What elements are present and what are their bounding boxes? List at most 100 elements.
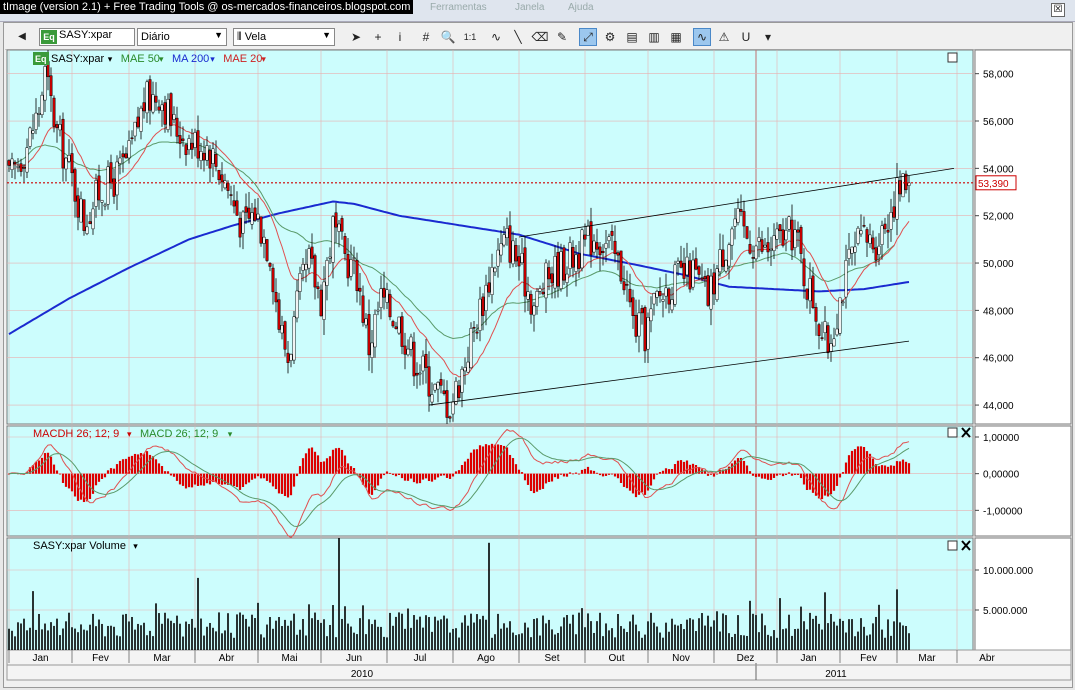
macd-legend-item[interactable]: MACDH 26; 12; 9 <box>33 428 119 440</box>
volume-bar <box>602 636 604 650</box>
month-label: Ago <box>477 653 495 664</box>
macdh-bar <box>286 473 290 498</box>
macdh-bar <box>628 473 632 491</box>
candle <box>874 247 878 261</box>
volume-bar <box>728 633 730 650</box>
volume-bar <box>722 613 724 650</box>
candle <box>247 207 251 219</box>
candle <box>877 245 881 255</box>
candle <box>676 260 680 264</box>
volume-bar <box>890 635 892 650</box>
macdh-bar <box>583 468 587 474</box>
volume-bar <box>581 608 583 650</box>
candle <box>202 152 206 161</box>
volume-bar <box>752 613 754 650</box>
candle <box>238 217 242 238</box>
chart-area[interactable]: Jan Fev Mar Abr Mai Jun Jul Ago Set Out Nov Dez Jan F… <box>0 0 1075 690</box>
volume-legend-item[interactable]: SASY:xpar Volume <box>33 540 126 552</box>
macdh-bar <box>259 473 263 479</box>
macdh-bar <box>58 473 62 475</box>
volume-bar <box>503 623 505 650</box>
candle <box>868 234 872 244</box>
candle <box>79 198 83 223</box>
volume-bar <box>893 621 895 650</box>
candle <box>193 132 197 148</box>
candle <box>298 273 302 292</box>
candle <box>19 163 23 172</box>
candle <box>802 258 806 287</box>
candle <box>679 260 683 268</box>
candle <box>211 148 215 164</box>
price-maximize-button[interactable] <box>947 52 958 63</box>
macdh-bar <box>847 455 851 474</box>
macdh-bar <box>655 473 659 475</box>
macdh-bar <box>517 469 521 474</box>
candle <box>376 309 380 312</box>
volume-bar <box>863 626 865 650</box>
volume-bar <box>488 542 490 650</box>
volume-bar <box>326 636 328 650</box>
macdh-bar <box>181 473 185 486</box>
macdh-bar <box>307 448 311 474</box>
volume-bar <box>440 619 442 650</box>
macdh-bar <box>784 473 788 475</box>
candle <box>805 288 809 300</box>
candle <box>460 368 464 393</box>
volume-bar <box>419 616 421 650</box>
macdh-bar <box>658 472 662 474</box>
macdh-bar <box>865 451 869 474</box>
candle <box>862 225 866 227</box>
macdh-bar <box>256 473 260 477</box>
candle <box>109 162 113 184</box>
candle <box>367 314 371 356</box>
candle <box>145 81 149 114</box>
macdh-bar <box>235 473 239 488</box>
volume-bar <box>599 612 601 650</box>
price-legend-item[interactable]: MAE 20 <box>223 53 262 65</box>
price-legend-item[interactable]: MA 200 <box>172 53 209 65</box>
candle <box>532 305 536 316</box>
candle <box>268 262 272 267</box>
volume-bar <box>884 637 886 650</box>
price-legend-item[interactable]: SASY:xpar <box>51 53 105 65</box>
macdh-bar <box>736 458 740 474</box>
volume-bar <box>635 624 637 650</box>
candle <box>715 268 719 300</box>
candle <box>208 150 212 169</box>
macdh-bar <box>505 447 509 474</box>
candle <box>154 95 158 103</box>
macd-legend-item[interactable]: MACD 26; 12; 9 <box>140 428 218 440</box>
candle <box>283 321 287 350</box>
volume-bar <box>707 615 709 650</box>
volume-bar <box>200 618 202 650</box>
price-legend-item[interactable]: MAE 50 <box>121 53 160 65</box>
candle <box>688 260 692 290</box>
volume-bar <box>506 627 508 650</box>
volume-bar <box>746 635 748 650</box>
volume-bar <box>797 628 799 650</box>
volume-bar <box>125 613 127 650</box>
macdh-bar <box>559 473 563 475</box>
candle <box>199 151 203 161</box>
macdh-bar <box>418 473 422 484</box>
volume-bar <box>266 624 268 650</box>
candle <box>808 278 812 302</box>
candle <box>220 174 224 183</box>
volume-bar <box>83 629 85 650</box>
candle <box>589 221 593 256</box>
macdh-bar <box>769 473 773 480</box>
macdh-bar <box>208 473 212 485</box>
macdh-bar <box>886 466 890 474</box>
macdh-bar <box>124 458 128 474</box>
macdh-bar <box>376 473 380 486</box>
month-label: Dez <box>737 653 755 664</box>
volume-bar <box>98 619 100 650</box>
macdh-bar <box>850 450 854 474</box>
candle <box>295 290 299 319</box>
volume-bar <box>647 621 649 650</box>
candle <box>556 252 560 287</box>
macdh-bar <box>292 473 296 487</box>
volume-bar <box>671 618 673 650</box>
macdh-bar <box>97 473 101 482</box>
volume-bar <box>716 611 718 650</box>
